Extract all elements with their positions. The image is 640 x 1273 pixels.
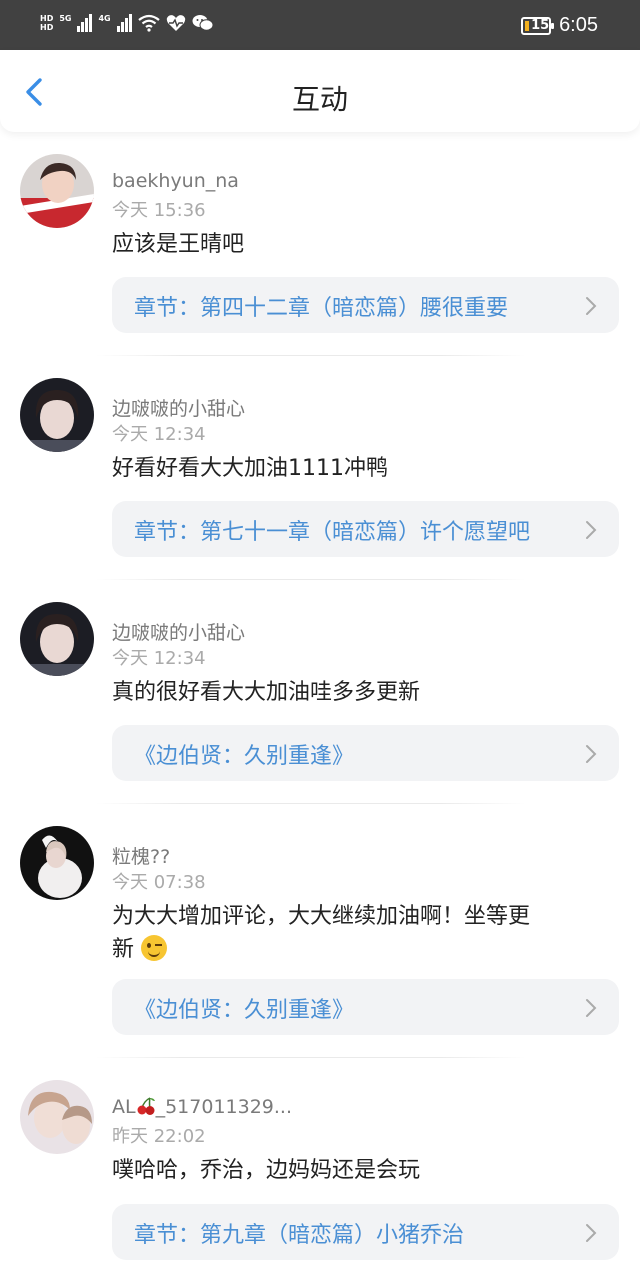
comment-time: 今天 12:34 xyxy=(112,424,206,445)
avatar[interactable] xyxy=(20,378,94,452)
avatar[interactable] xyxy=(20,154,94,228)
reference-text: 《边伯贤：久别重逢》 xyxy=(134,998,355,1023)
5g-label: 5G xyxy=(59,14,72,23)
comment-text: 好看好看大大加油1111冲鸭 xyxy=(112,456,388,481)
chevron-right-icon xyxy=(586,745,597,763)
hd-label-2: HD xyxy=(40,23,54,32)
status-icons-left: HD HD 5G 4G xyxy=(40,14,214,32)
reference-link[interactable]: 《边伯贤：久别重逢》 xyxy=(112,725,619,781)
comment-time: 昨天 22:02 xyxy=(112,1126,206,1147)
username[interactable]: 边啵啵的小甜心 xyxy=(112,394,245,421)
avatar[interactable] xyxy=(20,602,94,676)
comment-item[interactable]: 粒槐?? 今天 07:38 为大大增加评论，大大继续加油啊！坐等更 新 《边伯贤… xyxy=(0,804,640,1058)
reference-text: 章节：第七十一章（暗恋篇）许个愿望吧 xyxy=(134,520,531,545)
status-icons-right: 15 6:05 xyxy=(521,14,598,37)
comment-item[interactable]: 边啵啵的小甜心 今天 12:34 好看好看大大加油1111冲鸭 章节：第七十一章… xyxy=(0,356,640,580)
hd-indicator: HD HD xyxy=(40,14,53,32)
reference-text: 章节：第九章（暗恋篇）小猪乔治 xyxy=(134,1223,465,1248)
avatar[interactable] xyxy=(20,1080,94,1154)
username-prefix: AL xyxy=(112,1096,136,1118)
chevron-right-icon xyxy=(586,297,597,315)
signal-icon xyxy=(77,14,93,32)
comment-text-line-1: 为大大增加评论，大大继续加油啊！坐等更 xyxy=(112,904,531,929)
hd-label-1: HD xyxy=(40,14,54,23)
wechat-icon xyxy=(192,15,214,31)
page-header: 互动 xyxy=(0,50,640,132)
comment-item[interactable]: AL _517011329... 昨天 22:02 噗哈哈，乔治，边妈妈还是会玩… xyxy=(0,1058,640,1273)
chevron-right-icon xyxy=(586,999,597,1017)
username-suffix: _517011329... xyxy=(155,1096,293,1118)
status-bar: HD HD 5G 4G 15 6:05 xyxy=(0,0,640,50)
page-title: 互动 xyxy=(291,83,348,116)
chevron-right-icon xyxy=(586,1224,597,1242)
comment-text-line-2: 新 xyxy=(112,937,135,962)
battery-icon: 15 xyxy=(521,16,555,35)
comment-text: 为大大增加评论，大大继续加油啊！坐等更 新 xyxy=(112,900,612,966)
4g-label: 4G xyxy=(98,14,111,23)
reference-link[interactable]: 章节：第九章（暗恋篇）小猪乔治 xyxy=(112,1204,619,1260)
username[interactable]: 边啵啵的小甜心 xyxy=(112,618,245,645)
reference-text: 章节：第四十二章（暗恋篇）腰很重要 xyxy=(134,296,509,321)
reference-link[interactable]: 章节：第七十一章（暗恋篇）许个愿望吧 xyxy=(112,501,619,557)
wink-emoji-icon xyxy=(141,935,168,961)
cherry-emoji-icon xyxy=(137,1097,155,1115)
username[interactable]: baekhyun_na xyxy=(112,170,239,192)
clock: 6:05 xyxy=(559,14,598,36)
username[interactable]: 粒槐?? xyxy=(112,842,170,869)
battery-level: 15 xyxy=(531,17,550,33)
signal-icon-2 xyxy=(116,14,132,32)
comment-text: 噗哈哈，乔治，边妈妈还是会玩 xyxy=(112,1158,421,1183)
comment-text: 应该是王晴吧 xyxy=(112,232,245,257)
comment-time: 今天 12:34 xyxy=(112,648,206,669)
comment-item[interactable]: 边啵啵的小甜心 今天 12:34 真的很好看大大加油哇多多更新 《边伯贤：久别重… xyxy=(0,580,640,804)
reference-link[interactable]: 章节：第四十二章（暗恋篇）腰很重要 xyxy=(112,277,619,333)
username[interactable]: AL _517011329... xyxy=(112,1096,292,1118)
heart-rate-icon xyxy=(166,15,185,31)
chevron-right-icon xyxy=(586,521,597,539)
wifi-icon xyxy=(137,14,160,32)
reference-link[interactable]: 《边伯贤：久别重逢》 xyxy=(112,979,619,1035)
comment-time: 今天 07:38 xyxy=(112,872,206,893)
comment-item[interactable]: baekhyun_na 今天 15:36 应该是王晴吧 章节：第四十二章（暗恋篇… xyxy=(0,132,640,356)
reference-text: 《边伯贤：久别重逢》 xyxy=(134,744,355,769)
comment-text: 真的很好看大大加油哇多多更新 xyxy=(112,680,421,705)
comment-time: 今天 15:36 xyxy=(112,200,206,221)
avatar[interactable] xyxy=(20,826,94,900)
